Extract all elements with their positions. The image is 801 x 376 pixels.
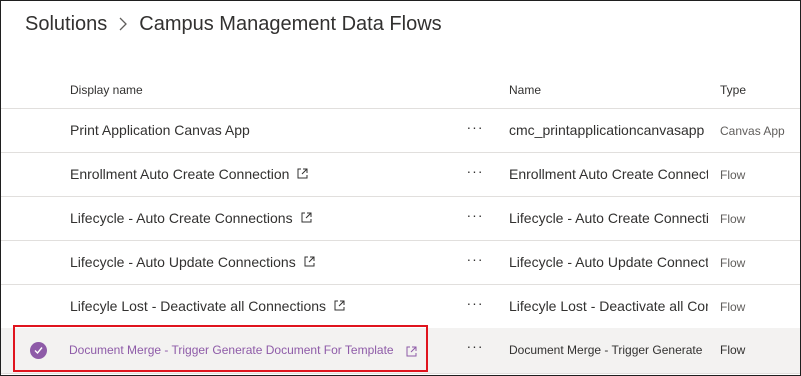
row-type: Flow — [720, 212, 746, 226]
row-display-name-text[interactable]: Lifecyle Lost - Deactivate all Connectio… — [70, 298, 326, 314]
row-type: Flow — [720, 168, 746, 182]
table-row[interactable]: Lifecycle - Auto Create Connections ··· … — [1, 197, 800, 241]
table-row[interactable]: Print Application Canvas App ··· cmc_pri… — [1, 109, 800, 153]
more-options-button[interactable]: ··· — [460, 251, 490, 267]
open-in-new-window-icon[interactable] — [304, 254, 315, 270]
breadcrumb: Solutions Campus Management Data Flows — [25, 10, 442, 38]
row-name: Enrollment Auto Create Connect — [509, 166, 708, 182]
row-type: Flow — [720, 343, 746, 357]
row-display-name[interactable]: Lifecyle Lost - Deactivate all Connectio… — [70, 298, 345, 315]
row-type: Canvas App — [720, 124, 785, 138]
row-display-name[interactable]: Enrollment Auto Create Connection — [70, 166, 308, 183]
row-type: Flow — [720, 300, 746, 314]
row-display-name-text[interactable]: Enrollment Auto Create Connection — [70, 166, 289, 182]
row-display-name[interactable]: Document Merge - Trigger Generate Docume… — [69, 343, 394, 357]
column-header-display-name[interactable]: Display name — [70, 83, 143, 97]
open-in-new-window-icon[interactable] — [297, 166, 308, 182]
table-row[interactable]: Lifecyle Lost - Deactivate all Connectio… — [1, 285, 800, 329]
row-display-name[interactable]: Lifecycle - Auto Create Connections — [70, 210, 312, 227]
more-options-button[interactable]: ··· — [460, 119, 490, 135]
row-name: Lifecycle - Auto Update Connectio — [509, 254, 708, 270]
solution-components-view: Solutions Campus Management Data Flows D… — [0, 0, 801, 376]
row-name: Lifecyle Lost - Deactivate all Con — [509, 298, 708, 314]
open-in-new-window-icon[interactable] — [334, 298, 345, 314]
row-display-name-text[interactable]: Lifecycle - Auto Create Connections — [70, 210, 293, 226]
row-display-name[interactable]: Print Application Canvas App — [70, 122, 250, 138]
row-display-name-text[interactable]: Print Application Canvas App — [70, 122, 250, 138]
breadcrumb-solutions-link[interactable]: Solutions — [25, 13, 107, 36]
more-options-button[interactable]: ··· — [460, 207, 490, 223]
table-row-selected[interactable]: Document Merge - Trigger Generate Docume… — [1, 328, 800, 374]
open-in-new-window-icon[interactable] — [301, 210, 312, 226]
table-header: Display name Name Type — [1, 65, 800, 109]
column-header-name[interactable]: Name — [509, 83, 708, 97]
row-display-name-text[interactable]: Lifecycle - Auto Update Connections — [70, 254, 296, 270]
more-options-button[interactable]: ··· — [460, 338, 490, 354]
row-name: cmc_printapplicationcanvasapp — [509, 122, 705, 138]
table-row[interactable]: Lifecycle - Auto Update Connections ··· … — [1, 241, 800, 285]
table-row[interactable]: Enrollment Auto Create Connection ··· En… — [1, 153, 800, 197]
checkmark-circle-icon[interactable] — [30, 342, 47, 359]
more-options-button[interactable]: ··· — [460, 163, 490, 179]
more-options-button[interactable]: ··· — [460, 295, 490, 311]
chevron-right-icon — [118, 16, 128, 32]
breadcrumb-current: Campus Management Data Flows — [139, 12, 442, 35]
open-in-new-window-icon[interactable] — [406, 344, 417, 360]
column-header-type[interactable]: Type — [720, 83, 800, 97]
row-type: Flow — [720, 256, 746, 270]
row-name: Document Merge - Trigger Generate — [509, 343, 703, 357]
row-display-name[interactable]: Lifecycle - Auto Update Connections — [70, 254, 315, 271]
row-name: Lifecycle - Auto Create Connectio — [509, 210, 708, 226]
